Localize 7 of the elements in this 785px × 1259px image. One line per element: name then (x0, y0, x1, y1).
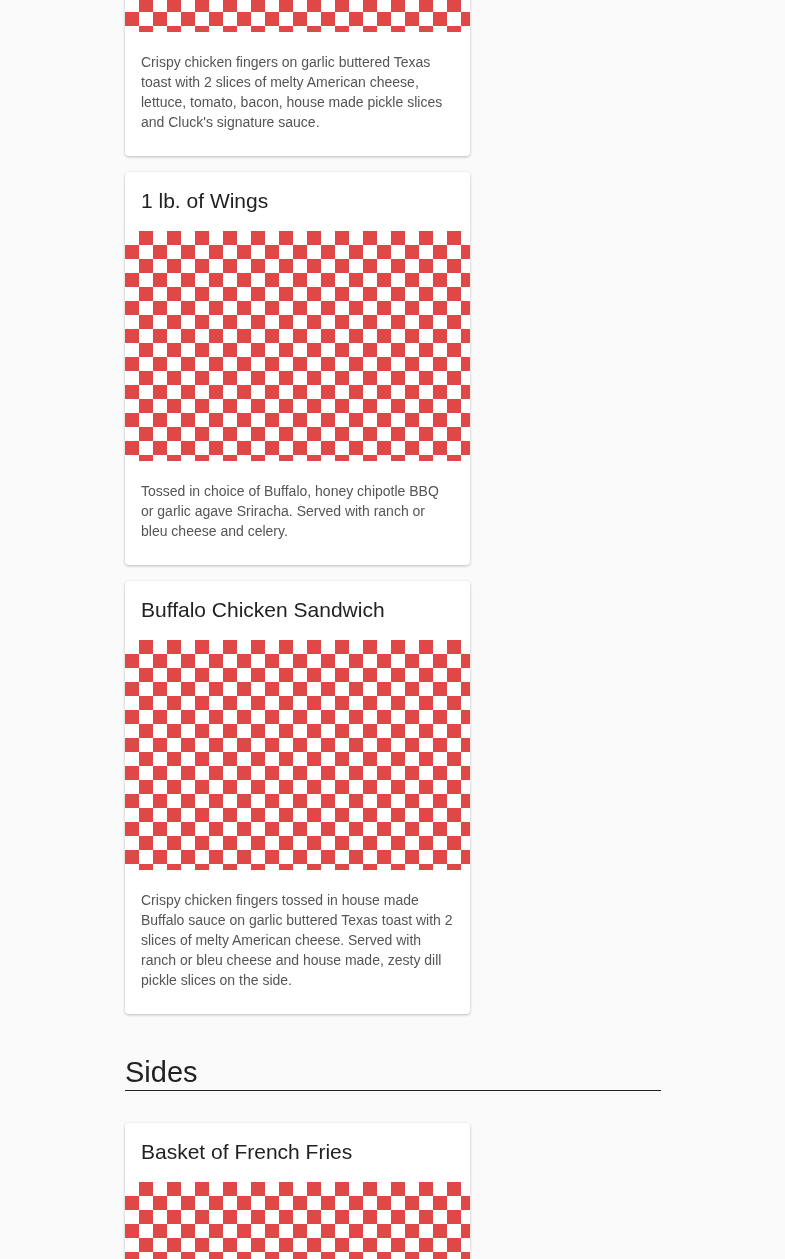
item-title: Basket of French Fries (140, 1139, 354, 1165)
item-description: Tossed in choice of Buffalo, honey chipotle BBQ or garlic agave Sriracha. Served with ranch or bleu cheese and celery. (140, 482, 440, 541)
section-heading: Sides (125, 1054, 661, 1091)
item-description: Crispy chicken fingers on garlic buttered Texas toast with 2 slices of melty American cheese, lettuce, tomato, bacon, house made pickle slices and Cluck's signature sauce. (140, 53, 444, 132)
item-title: Buffalo Chicken Sandwich (140, 597, 386, 623)
item-description: Crispy chicken fingers tossed in house made Buffalo sauce on garlic buttered Texas toast with 2 slices of melty American cheese. Served with ranch or bleu cheese and house made, zesty dill pickle slices on the side. (140, 891, 454, 990)
item-title: 1 lb. of Wings (140, 188, 270, 214)
